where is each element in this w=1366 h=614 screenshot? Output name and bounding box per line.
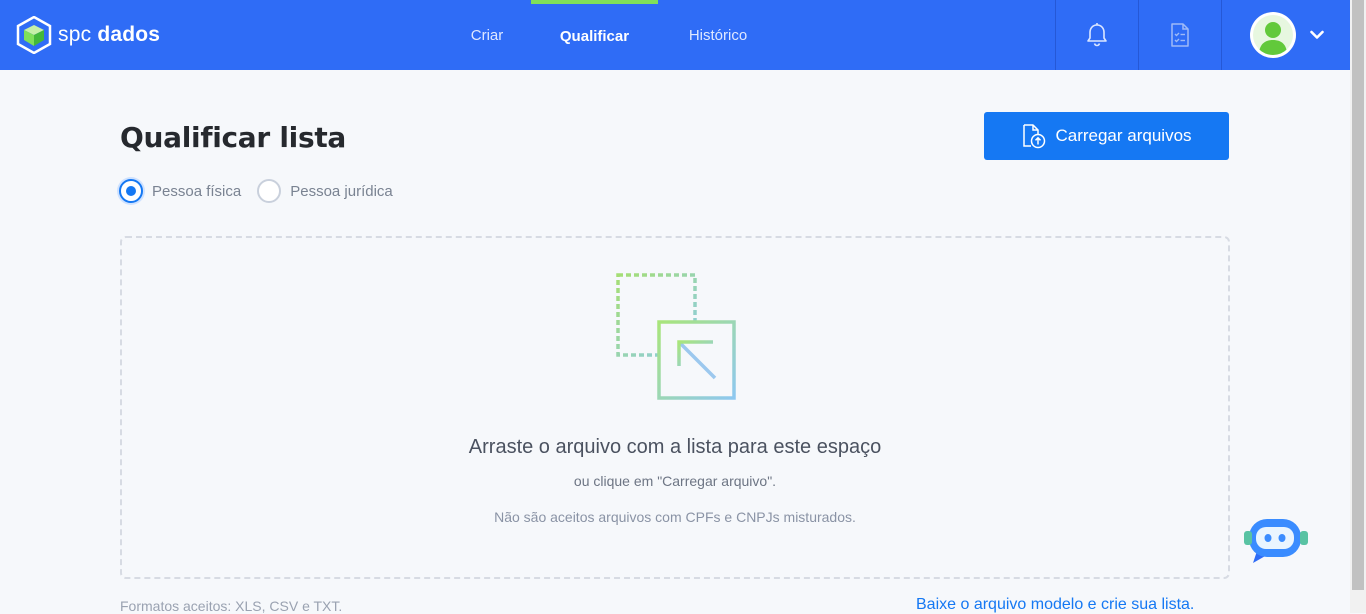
avatar [1250, 12, 1296, 58]
radio-label: Pessoa jurídica [290, 182, 393, 200]
file-dropzone[interactable]: Arraste o arquivo com a lista para este … [120, 236, 1230, 579]
tab-historico[interactable]: Histórico [676, 0, 760, 70]
user-menu[interactable] [1222, 0, 1350, 70]
file-upload-icon [1023, 124, 1046, 149]
drag-drop-illustration-icon [616, 273, 736, 400]
checklist-icon [1171, 23, 1189, 47]
dropzone-title: Arraste o arquivo com a lista para este … [468, 436, 882, 458]
cube-logo-icon [16, 16, 52, 54]
accepted-formats: Formatos aceitos: XLS, CSV e TXT. [120, 598, 343, 614]
radio-label: Pessoa física [152, 182, 242, 200]
download-template-link[interactable]: Baixe o arquivo modelo e crie sua lista. [916, 596, 1194, 614]
dropzone-subtitle: ou clique em "Carregar arquivo". [573, 473, 777, 489]
tasks-button[interactable] [1139, 0, 1221, 70]
radio-checked-icon[interactable] [119, 179, 143, 203]
vertical-scrollbar[interactable] [1350, 0, 1366, 613]
tab-qualificar[interactable]: Qualificar [531, 0, 658, 70]
spcdados-logo[interactable]: spc dados [16, 16, 160, 54]
radio-unchecked-icon[interactable] [257, 179, 282, 203]
tab-criar[interactable]: Criar [458, 0, 516, 70]
user-icon [1259, 22, 1287, 55]
top-navbar: spc dados Criar Qualificar Histórico [0, 0, 1350, 70]
bell-icon [1087, 23, 1107, 47]
radio-pessoa-juridica[interactable]: Pessoa jurídica [257, 179, 393, 203]
dropzone-warning: Não são aceitos arquivos com CPFs e CNPJ… [494, 509, 856, 525]
person-type-radio-group: Pessoa física Pessoa jurídica [119, 179, 409, 203]
radio-pessoa-fisica[interactable]: Pessoa física [119, 179, 241, 203]
logo-text: spc dados [58, 23, 161, 46]
scrollbar-thumb[interactable] [1352, 0, 1364, 590]
notifications-button[interactable] [1056, 0, 1138, 70]
chatbot-icon[interactable] [1243, 511, 1309, 569]
upload-files-button[interactable]: Carregar arquivos [984, 112, 1229, 160]
chevron-down-icon [1310, 30, 1324, 39]
upload-button-label: Carregar arquivos [1055, 126, 1192, 145]
page-title: Qualificar lista [120, 121, 346, 154]
